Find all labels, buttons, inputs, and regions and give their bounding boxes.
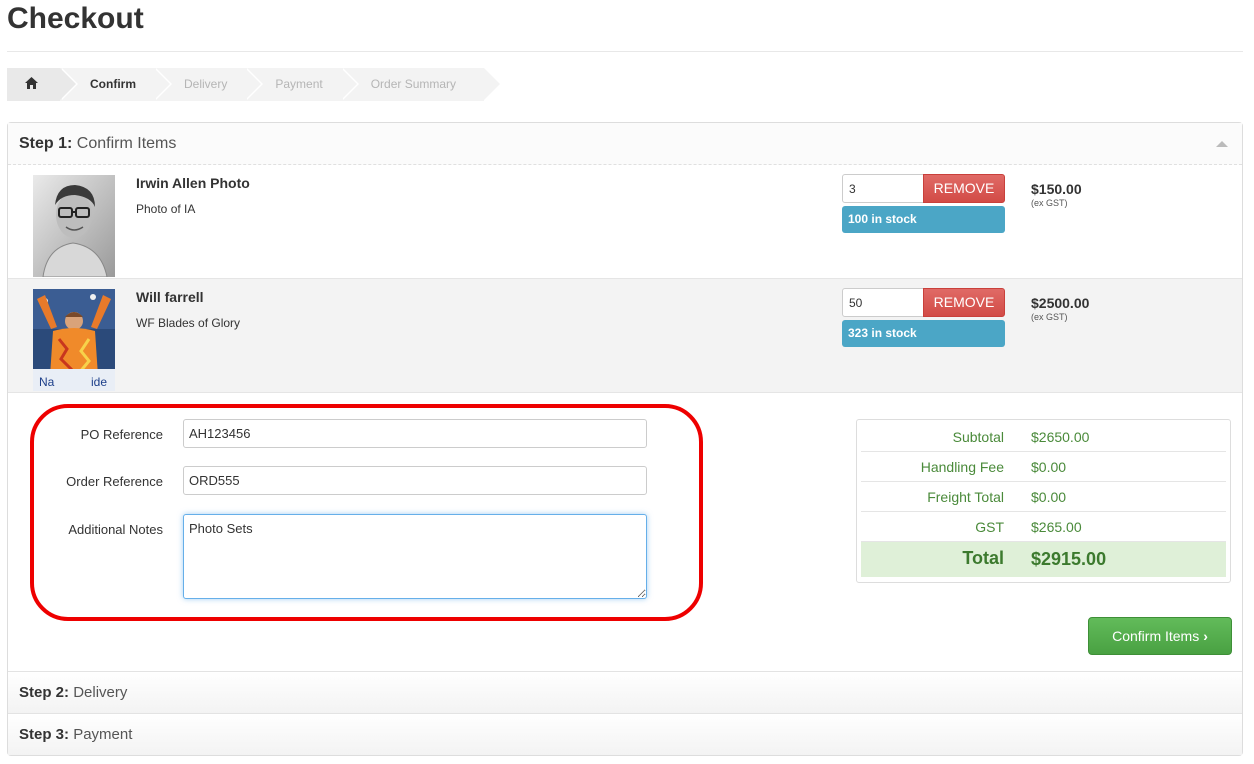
confirm-items-button[interactable]: Confirm Items › <box>1088 617 1232 655</box>
cart-item-row: Irwin Allen Photo Photo of IA REMOVE 100… <box>8 165 1242 279</box>
subtotal-row: Subtotal $2650.00 <box>861 422 1226 452</box>
step3-title: Payment <box>73 726 133 743</box>
step3-header[interactable]: Step 3: Payment <box>8 713 1242 755</box>
subtotal-label: Subtotal <box>952 429 1004 445</box>
additional-notes-textarea[interactable]: Photo Sets <box>183 514 647 599</box>
breadcrumb-order-summary[interactable]: Order Summary <box>340 68 503 101</box>
stock-badge: 323 in stock <box>842 320 1005 347</box>
stock-badge: 100 in stock <box>842 206 1005 233</box>
order-reference-input[interactable] <box>183 466 647 495</box>
step1-title: Confirm Items <box>76 135 177 152</box>
svg-text:ide: ide <box>91 375 107 389</box>
item-name: Irwin Allen Photo <box>136 175 250 191</box>
gst-label: GST <box>975 519 1004 535</box>
svg-text:Na: Na <box>39 375 55 389</box>
step2-header[interactable]: Step 2: Delivery <box>8 671 1242 713</box>
item-description: WF Blades of Glory <box>136 316 241 330</box>
freight-total-row: Freight Total $0.00 <box>861 482 1226 512</box>
subtotal-value: $2650.00 <box>1031 429 1090 445</box>
additional-notes-label: Additional Notes <box>68 522 163 537</box>
checkout-panel: Step 1: Confirm Items Irwin Allen Photo … <box>7 122 1243 756</box>
freight-total-label: Freight Total <box>927 489 1004 505</box>
item-thumbnail <box>33 175 115 277</box>
confirm-items-label: Confirm Items <box>1112 628 1200 644</box>
po-reference-label: PO Reference <box>80 427 163 442</box>
grand-total-row: Total $2915.00 <box>861 542 1226 577</box>
item-description: Photo of IA <box>136 202 196 216</box>
step1-prefix: Step 1: <box>19 135 73 152</box>
item-price: $150.00 <box>1031 181 1082 197</box>
title-divider <box>7 51 1243 52</box>
gst-row: GST $265.00 <box>861 512 1226 542</box>
step2-prefix: Step 2: <box>19 684 70 701</box>
quantity-input[interactable] <box>842 174 924 203</box>
collapse-icon[interactable] <box>1216 141 1228 147</box>
handling-fee-value: $0.00 <box>1031 459 1067 475</box>
quantity-input[interactable] <box>842 288 924 317</box>
freight-total-value: $0.00 <box>1031 489 1067 505</box>
item-thumbnail: Na ide <box>33 289 115 391</box>
price-tax-note: (ex GST) <box>1031 312 1068 322</box>
handling-fee-label: Handling Fee <box>920 459 1004 475</box>
cart-item-row: Na ide Will farrell WF Blades of Glory R… <box>8 279 1242 393</box>
step2-title: Delivery <box>73 684 128 701</box>
home-icon <box>25 77 38 89</box>
item-price: $2500.00 <box>1031 295 1090 311</box>
handling-fee-row: Handling Fee $0.00 <box>861 452 1226 482</box>
price-tax-note: (ex GST) <box>1031 198 1068 208</box>
step3-prefix: Step 3: <box>19 726 70 743</box>
step1-header[interactable]: Step 1: Confirm Items <box>8 123 1242 165</box>
checkout-breadcrumb: Confirm Delivery Payment Order Summary <box>7 68 503 101</box>
item-name: Will farrell <box>136 289 204 305</box>
breadcrumb-home[interactable] <box>7 68 78 101</box>
page-title: Checkout <box>7 2 144 35</box>
remove-button[interactable]: REMOVE <box>923 174 1005 203</box>
order-reference-label: Order Reference <box>66 474 163 489</box>
chevron-right-icon: › <box>1203 628 1208 644</box>
order-totals: Subtotal $2650.00 Handling Fee $0.00 Fre… <box>856 419 1231 583</box>
total-value: $2915.00 <box>1031 549 1107 569</box>
remove-button[interactable]: REMOVE <box>923 288 1005 317</box>
gst-value: $265.00 <box>1031 519 1082 535</box>
total-label: Total <box>962 548 1004 568</box>
po-reference-input[interactable] <box>183 419 647 448</box>
